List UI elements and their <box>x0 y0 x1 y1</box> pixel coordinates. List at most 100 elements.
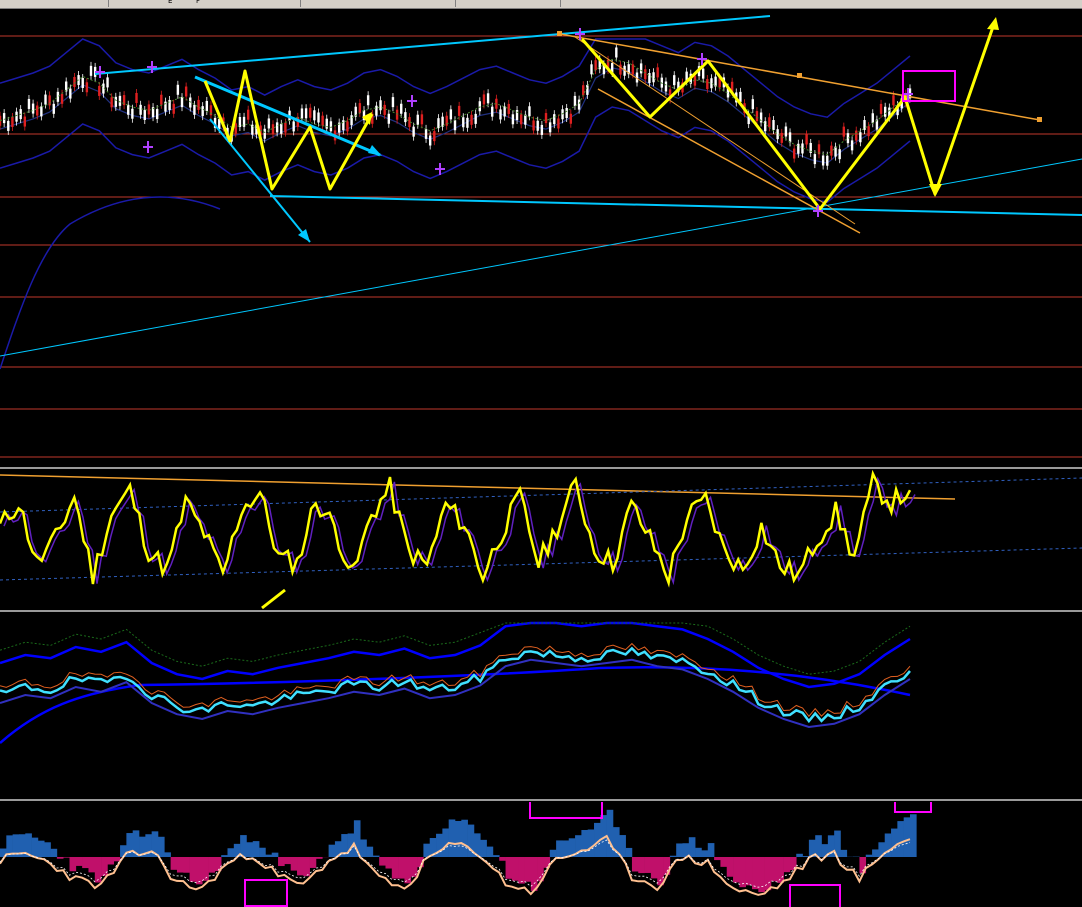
candle-body <box>751 99 755 110</box>
oscillator-1-upper-band <box>0 477 1082 513</box>
candle-body <box>193 104 196 115</box>
histogram-bar <box>202 857 209 881</box>
candle-body <box>7 120 10 131</box>
candle-body <box>350 115 353 126</box>
candle-body <box>15 111 18 122</box>
oscillator-2-upper-band <box>0 621 911 689</box>
candle-body <box>768 117 771 128</box>
histogram-bar <box>404 857 412 884</box>
histogram-bar <box>733 857 740 883</box>
histogram-bar <box>265 854 273 857</box>
oscillator-2-outer-band <box>0 622 911 675</box>
histogram-bar <box>278 857 285 867</box>
histogram-bar <box>891 828 898 857</box>
price-chart-pane[interactable] <box>0 9 1082 467</box>
pane-divider[interactable] <box>0 467 1082 469</box>
histogram-bar <box>227 848 235 857</box>
histogram-bar <box>897 821 904 857</box>
histogram-bar <box>631 857 639 872</box>
candle-body <box>433 131 436 142</box>
candle-body <box>871 113 874 124</box>
candle-body <box>557 118 560 129</box>
cyan-arrowhead <box>368 145 382 156</box>
oscillator-3-pane[interactable] <box>0 802 1082 907</box>
candle-body <box>652 72 655 83</box>
toolbar-button-e[interactable]: E <box>168 0 172 6</box>
candle-body <box>160 94 163 105</box>
candle-body <box>267 118 271 129</box>
histogram-bar <box>606 809 614 857</box>
histogram-bar <box>562 840 570 857</box>
candle-body <box>2 113 6 124</box>
candle-body <box>586 84 589 95</box>
candle-body <box>826 155 829 166</box>
candle-body <box>44 94 47 105</box>
candle-body <box>400 103 403 114</box>
candle-body <box>69 88 72 99</box>
candle-body <box>573 95 577 106</box>
oscillator-1-pane[interactable] <box>0 470 1082 610</box>
candle-body <box>342 120 345 131</box>
candle-body <box>391 97 395 108</box>
trendline-anchor-handle <box>1037 117 1042 122</box>
candle-body <box>366 95 370 106</box>
highlight-box <box>244 879 288 907</box>
candle-body <box>780 132 783 143</box>
candle-body <box>714 76 717 87</box>
candle-body <box>532 120 535 131</box>
toolbar-button-f[interactable]: F <box>196 0 200 6</box>
histogram-bar <box>739 857 746 888</box>
candle-body <box>114 96 118 107</box>
histogram-bar <box>271 852 279 857</box>
histogram-bar <box>94 857 102 883</box>
histogram-bar <box>511 857 519 881</box>
candle-body <box>706 79 709 90</box>
histogram-bar <box>581 830 589 857</box>
candle-body <box>60 93 64 104</box>
candle-body <box>664 81 668 92</box>
candle-body <box>445 115 448 126</box>
histogram-bar <box>777 857 784 883</box>
candle-body <box>449 109 453 120</box>
candle-body <box>470 114 473 125</box>
oscillator-2-pane[interactable] <box>0 613 1082 799</box>
candle-body <box>300 108 304 119</box>
candle-body <box>892 95 895 106</box>
histogram-bar <box>398 857 405 879</box>
candle-body <box>524 114 527 125</box>
candle-body <box>474 113 477 124</box>
candle-body <box>548 122 552 133</box>
histogram-bar <box>720 857 728 867</box>
histogram-bar <box>328 844 336 857</box>
histogram-bar <box>379 857 386 866</box>
candle-body <box>395 109 399 120</box>
oscillator-1-trendline <box>0 474 956 500</box>
candle-body <box>52 103 55 114</box>
chart-toolbar: E F <box>0 0 1082 9</box>
pane-divider[interactable] <box>0 610 1082 612</box>
histogram-bar <box>366 846 374 857</box>
candle-body <box>40 106 43 117</box>
candle-body <box>358 103 362 114</box>
histogram-bar <box>455 820 462 857</box>
yellow-arrowhead <box>929 184 942 197</box>
histogram-bar <box>189 857 197 882</box>
candle-body <box>416 114 419 125</box>
short-moving-average <box>0 58 911 156</box>
histogram-bar <box>176 857 184 873</box>
candle-body <box>139 104 142 115</box>
candle-body <box>313 110 316 121</box>
histogram-bar <box>815 835 822 857</box>
histogram-bar <box>385 857 393 869</box>
pane-divider[interactable] <box>0 799 1082 801</box>
candle-body <box>271 124 275 135</box>
candle-body <box>329 121 333 132</box>
histogram-bar <box>75 857 83 866</box>
candle-body <box>36 105 39 116</box>
candle-body <box>27 98 31 109</box>
candle-body <box>263 128 266 139</box>
histogram-bar <box>638 857 645 874</box>
candle-body <box>842 126 846 137</box>
oscillator-1-arrow <box>261 588 286 610</box>
histogram-bar <box>669 855 677 857</box>
